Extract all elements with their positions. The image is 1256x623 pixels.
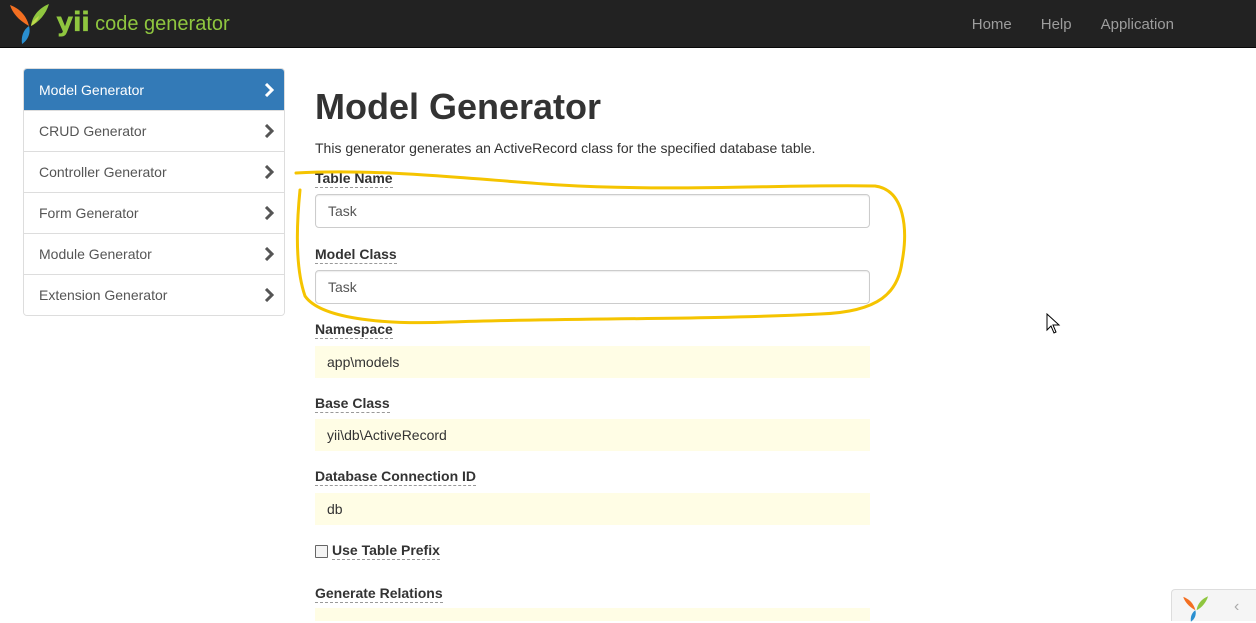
chevron-right-icon [254, 206, 284, 220]
table-name-input[interactable] [315, 194, 870, 228]
use-table-prefix-label[interactable]: Use Table Prefix [332, 542, 440, 560]
use-table-prefix-row: Use Table Prefix [315, 542, 440, 560]
model-class-label: Model Class [315, 246, 397, 264]
generator-sidebar: Model Generator CRUD Generator Controlle… [23, 68, 285, 316]
nav-links: Home Help Application [943, 0, 1174, 48]
sidebar-item-form-generator[interactable]: Form Generator [24, 192, 284, 233]
db-connection-label: Database Connection ID [315, 468, 477, 486]
yii-logo-icon [1183, 596, 1209, 622]
db-connection-field[interactable]: db [315, 493, 870, 525]
sidebar-item-module-generator[interactable]: Module Generator [24, 233, 284, 274]
sidebar-item-label: Module Generator [39, 246, 152, 262]
sidebar-item-label: Extension Generator [39, 287, 168, 303]
sidebar-item-label: Model Generator [39, 81, 145, 98]
namespace-label: Namespace [315, 321, 393, 339]
mouse-cursor-icon [1046, 313, 1061, 334]
sidebar-item-crud-generator[interactable]: CRUD Generator [24, 110, 284, 151]
debug-toolbar[interactable]: ‹ [1171, 589, 1256, 622]
chevron-right-icon [254, 82, 284, 97]
top-navbar: yii code generator Home Help Application [0, 0, 1256, 48]
brand-subtitle: code generator [95, 12, 230, 35]
use-table-prefix-checkbox[interactable] [315, 544, 328, 558]
sidebar-item-controller-generator[interactable]: Controller Generator [24, 151, 284, 192]
sidebar-item-label: Form Generator [39, 205, 139, 221]
chevron-right-icon [254, 247, 284, 261]
page-description: This generator generates an ActiveRecord… [315, 140, 816, 156]
chevron-right-icon [254, 165, 284, 179]
nav-link-home[interactable]: Home [972, 16, 1012, 33]
nav-link-help[interactable]: Help [1041, 16, 1072, 33]
sidebar-item-extension-generator[interactable]: Extension Generator [24, 274, 284, 315]
generate-relations-label: Generate Relations [315, 585, 443, 603]
page-title: Model Generator [315, 86, 602, 127]
model-class-input[interactable] [315, 270, 870, 304]
brand-link[interactable]: yii code generator [8, 2, 230, 46]
namespace-field[interactable]: app\models [315, 346, 870, 378]
chevron-right-icon [254, 288, 284, 302]
sidebar-item-label: Controller Generator [39, 164, 167, 180]
nav-link-application[interactable]: Application [1101, 16, 1174, 33]
sidebar-item-model-generator[interactable]: Model Generator [24, 69, 284, 110]
brand-name: yii [56, 6, 90, 38]
yii-logo-icon [10, 4, 49, 44]
table-name-label: Table Name [315, 170, 393, 188]
base-class-field[interactable]: yii\db\ActiveRecord [315, 419, 870, 451]
sidebar-item-label: CRUD Generator [39, 123, 147, 139]
chevron-left-icon[interactable]: ‹ [1234, 598, 1239, 616]
generate-relations-field[interactable] [315, 608, 870, 621]
chevron-right-icon [254, 124, 284, 138]
base-class-label: Base Class [315, 395, 390, 413]
